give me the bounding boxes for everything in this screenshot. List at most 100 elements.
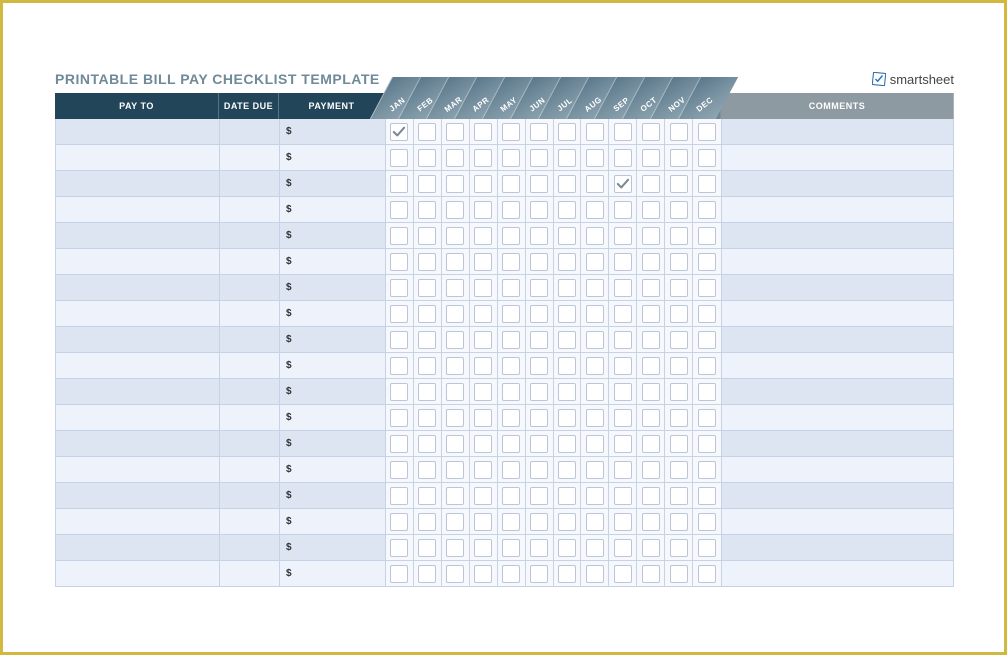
month-checkbox-sep[interactable] — [609, 483, 637, 508]
date-due-cell[interactable] — [220, 353, 280, 379]
month-checkbox-jan[interactable] — [386, 535, 414, 560]
month-checkbox-sep[interactable] — [609, 405, 637, 430]
month-checkbox-dec[interactable] — [693, 457, 721, 482]
month-checkbox-mar[interactable] — [442, 457, 470, 482]
month-checkbox-mar[interactable] — [442, 353, 470, 378]
month-checkbox-jan[interactable] — [386, 457, 414, 482]
comments-cell[interactable] — [722, 197, 954, 223]
month-checkbox-jan[interactable] — [386, 275, 414, 300]
month-checkbox-mar[interactable] — [442, 535, 470, 560]
month-checkbox-nov[interactable] — [665, 275, 693, 300]
month-checkbox-dec[interactable] — [693, 561, 721, 586]
month-checkbox-may[interactable] — [498, 171, 526, 196]
payment-cell[interactable]: $ — [280, 561, 386, 587]
month-checkbox-aug[interactable] — [581, 353, 609, 378]
month-checkbox-jul[interactable] — [554, 145, 582, 170]
month-checkbox-jan[interactable] — [386, 431, 414, 456]
payment-cell[interactable]: $ — [280, 249, 386, 275]
month-checkbox-dec[interactable] — [693, 197, 721, 222]
month-checkbox-jan[interactable] — [386, 249, 414, 274]
month-checkbox-jul[interactable] — [554, 561, 582, 586]
month-checkbox-aug[interactable] — [581, 275, 609, 300]
month-checkbox-mar[interactable] — [442, 327, 470, 352]
month-checkbox-mar[interactable] — [442, 197, 470, 222]
month-checkbox-jan[interactable] — [386, 223, 414, 248]
pay-to-cell[interactable] — [56, 509, 220, 535]
pay-to-cell[interactable] — [56, 561, 220, 587]
month-checkbox-jul[interactable] — [554, 457, 582, 482]
month-checkbox-mar[interactable] — [442, 431, 470, 456]
month-checkbox-dec[interactable] — [693, 223, 721, 248]
month-checkbox-may[interactable] — [498, 223, 526, 248]
month-checkbox-may[interactable] — [498, 509, 526, 534]
month-checkbox-aug[interactable] — [581, 457, 609, 482]
month-checkbox-oct[interactable] — [637, 405, 665, 430]
month-checkbox-dec[interactable] — [693, 301, 721, 326]
month-checkbox-nov[interactable] — [665, 353, 693, 378]
month-checkbox-nov[interactable] — [665, 379, 693, 404]
date-due-cell[interactable] — [220, 379, 280, 405]
month-checkbox-nov[interactable] — [665, 509, 693, 534]
month-checkbox-sep[interactable] — [609, 457, 637, 482]
month-checkbox-nov[interactable] — [665, 535, 693, 560]
comments-cell[interactable] — [722, 171, 954, 197]
date-due-cell[interactable] — [220, 275, 280, 301]
month-checkbox-jul[interactable] — [554, 327, 582, 352]
month-checkbox-feb[interactable] — [414, 431, 442, 456]
month-checkbox-jul[interactable] — [554, 431, 582, 456]
payment-cell[interactable]: $ — [280, 431, 386, 457]
month-checkbox-feb[interactable] — [414, 353, 442, 378]
month-checkbox-mar[interactable] — [442, 509, 470, 534]
month-checkbox-oct[interactable] — [637, 249, 665, 274]
month-checkbox-apr[interactable] — [470, 483, 498, 508]
month-checkbox-oct[interactable] — [637, 171, 665, 196]
month-checkbox-nov[interactable] — [665, 327, 693, 352]
month-checkbox-jul[interactable] — [554, 171, 582, 196]
month-checkbox-oct[interactable] — [637, 275, 665, 300]
payment-cell[interactable]: $ — [280, 223, 386, 249]
comments-cell[interactable] — [722, 145, 954, 171]
month-checkbox-apr[interactable] — [470, 535, 498, 560]
pay-to-cell[interactable] — [56, 275, 220, 301]
month-checkbox-apr[interactable] — [470, 301, 498, 326]
month-checkbox-feb[interactable] — [414, 301, 442, 326]
month-checkbox-oct[interactable] — [637, 431, 665, 456]
month-checkbox-dec[interactable] — [693, 327, 721, 352]
month-checkbox-feb[interactable] — [414, 483, 442, 508]
month-checkbox-sep[interactable] — [609, 171, 637, 196]
month-checkbox-jun[interactable] — [526, 405, 554, 430]
payment-cell[interactable]: $ — [280, 483, 386, 509]
month-checkbox-feb[interactable] — [414, 275, 442, 300]
month-checkbox-dec[interactable] — [693, 405, 721, 430]
month-checkbox-apr[interactable] — [470, 171, 498, 196]
month-checkbox-feb[interactable] — [414, 535, 442, 560]
month-checkbox-jun[interactable] — [526, 457, 554, 482]
month-checkbox-aug[interactable] — [581, 197, 609, 222]
payment-cell[interactable]: $ — [280, 145, 386, 171]
month-checkbox-aug[interactable] — [581, 223, 609, 248]
month-checkbox-aug[interactable] — [581, 379, 609, 404]
month-checkbox-mar[interactable] — [442, 171, 470, 196]
month-checkbox-apr[interactable] — [470, 197, 498, 222]
month-checkbox-jul[interactable] — [554, 119, 582, 144]
month-checkbox-apr[interactable] — [470, 145, 498, 170]
date-due-cell[interactable] — [220, 405, 280, 431]
month-checkbox-may[interactable] — [498, 457, 526, 482]
month-checkbox-jan[interactable] — [386, 483, 414, 508]
month-checkbox-nov[interactable] — [665, 561, 693, 586]
date-due-cell[interactable] — [220, 249, 280, 275]
pay-to-cell[interactable] — [56, 483, 220, 509]
pay-to-cell[interactable] — [56, 535, 220, 561]
month-checkbox-feb[interactable] — [414, 379, 442, 404]
month-checkbox-jun[interactable] — [526, 223, 554, 248]
month-checkbox-jun[interactable] — [526, 535, 554, 560]
pay-to-cell[interactable] — [56, 223, 220, 249]
comments-cell[interactable] — [722, 509, 954, 535]
month-checkbox-nov[interactable] — [665, 483, 693, 508]
month-checkbox-mar[interactable] — [442, 379, 470, 404]
payment-cell[interactable]: $ — [280, 275, 386, 301]
month-checkbox-jul[interactable] — [554, 249, 582, 274]
payment-cell[interactable]: $ — [280, 405, 386, 431]
month-checkbox-sep[interactable] — [609, 327, 637, 352]
month-checkbox-aug[interactable] — [581, 535, 609, 560]
